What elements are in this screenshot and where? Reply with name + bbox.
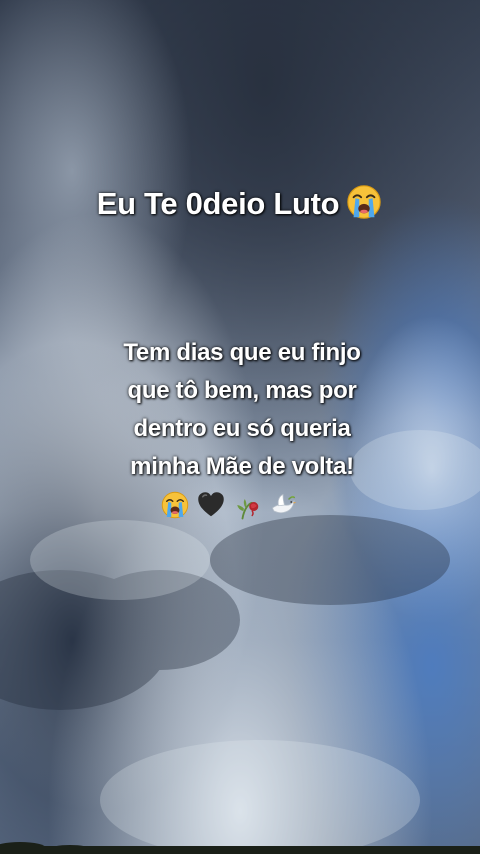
loudly-crying-face-icon [160, 490, 190, 520]
black-heart-icon [196, 490, 226, 520]
caption-line-1: Tem dias que eu finjo [123, 339, 361, 366]
caption-line-4: minha Mãe de volta! [130, 453, 354, 480]
emoji-row [160, 486, 320, 524]
caption-line-3: dentro eu só queria [133, 415, 351, 442]
loudly-crying-face-icon [345, 183, 383, 221]
photo-frame: Eu Te 0deio Luto Tem dias que eu finjo q… [0, 0, 480, 854]
headline-text: Eu Te 0deio Luto [96, 186, 340, 221]
wilted-rose-icon [232, 490, 262, 520]
caption: Tem dias que eu finjo que tô bem, mas po… [92, 334, 392, 486]
headline: Eu Te 0deio Luto [0, 182, 480, 226]
caption-line-2: que tô bem, mas por [127, 377, 357, 404]
dove-icon [268, 490, 298, 520]
